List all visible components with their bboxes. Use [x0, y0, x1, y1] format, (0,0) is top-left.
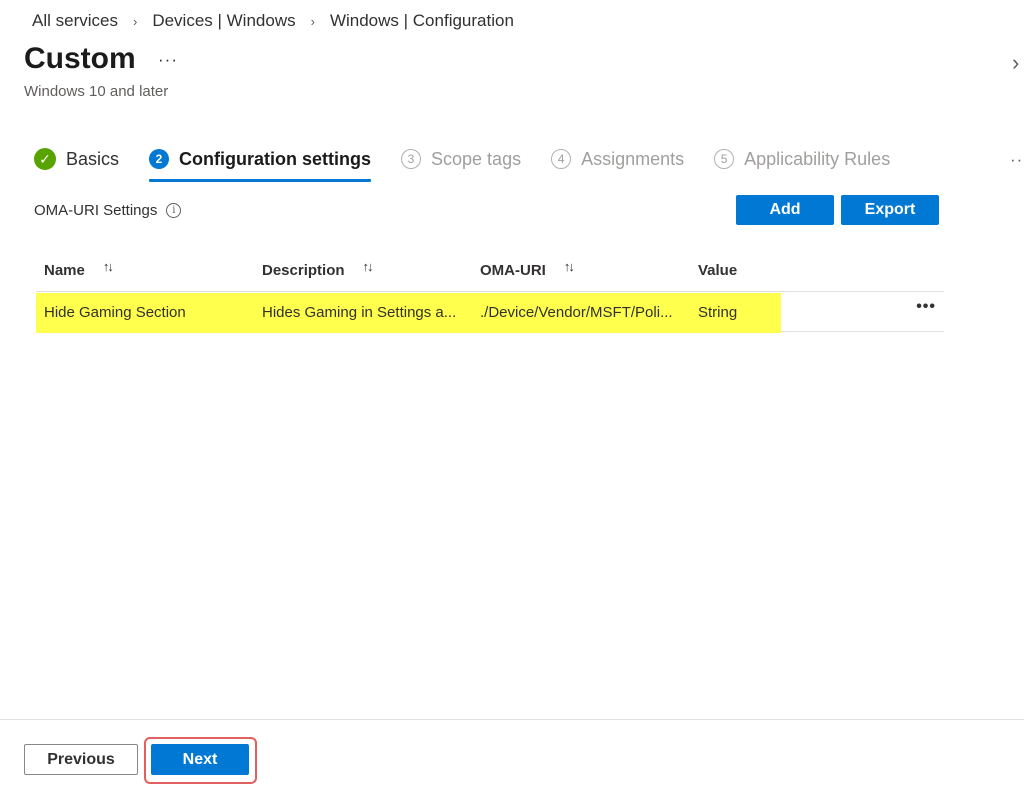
column-label: Description [262, 262, 345, 279]
breadcrumb-separator-icon: › [310, 13, 315, 29]
column-header-value: Value [698, 262, 737, 279]
breadcrumb-devices-windows[interactable]: Devices | Windows [152, 11, 295, 31]
cell-value: String [698, 304, 738, 321]
footer-divider [0, 719, 1024, 720]
step-number-badge: 4 [551, 149, 572, 169]
oma-uri-settings-heading: OMA-URI Settings i [34, 202, 182, 219]
export-button[interactable]: Export [841, 195, 939, 225]
step-scope-tags[interactable]: 3 Scope tags [401, 144, 521, 174]
step-label: Applicability Rules [744, 148, 891, 169]
step-label: Assignments [581, 148, 685, 169]
sort-icon[interactable]: ↑↓ [103, 259, 114, 274]
cell-description: Hides Gaming in Settings a... [262, 304, 457, 321]
step-label: Configuration settings [179, 148, 372, 169]
table-row[interactable]: Hide Gaming Section Hides Gaming in Sett… [36, 292, 944, 333]
breadcrumb-windows-configuration[interactable]: Windows | Configuration [330, 11, 514, 31]
page-subtitle: Windows 10 and later [24, 83, 169, 100]
oma-uri-table: Name ↑↓ Description ↑↓ OMA-URI ↑↓ Value … [36, 256, 944, 333]
breadcrumb-all-services[interactable]: All services [32, 11, 118, 31]
step-label: Scope tags [431, 148, 522, 169]
breadcrumb: All services › Devices | Windows › Windo… [32, 11, 514, 31]
column-header-oma-uri[interactable]: OMA-URI ↑↓ [480, 259, 575, 279]
step-assignments[interactable]: 4 Assignments [551, 144, 684, 174]
sort-icon[interactable]: ↑↓ [564, 259, 575, 274]
add-button[interactable]: Add [736, 195, 834, 225]
step-applicability-rules[interactable]: 5 Applicability Rules [714, 144, 890, 174]
row-more-options-icon[interactable]: ••• [916, 298, 936, 316]
breadcrumb-separator-icon: › [132, 13, 138, 29]
info-icon[interactable]: i [166, 203, 182, 218]
column-label: OMA-URI [480, 262, 546, 279]
previous-button[interactable]: Previous [24, 744, 138, 775]
step-basics[interactable]: ✓ Basics [34, 144, 119, 174]
more-options-icon[interactable]: ··· [158, 50, 178, 70]
step-label: Basics [66, 148, 120, 169]
column-header-description[interactable]: Description ↑↓ [262, 259, 374, 279]
step-configuration-settings[interactable]: 2 Configuration settings [149, 144, 372, 182]
next-button[interactable]: Next [151, 744, 249, 775]
page-title: Custom [24, 42, 136, 75]
chevron-right-icon[interactable]: › [1012, 50, 1024, 76]
table-header: Name ↑↓ Description ↑↓ OMA-URI ↑↓ Value [36, 256, 944, 292]
column-header-name[interactable]: Name ↑↓ [44, 259, 114, 279]
wizard-steps: ✓ Basics 2 Configuration settings 3 Scop… [34, 144, 920, 184]
column-label: Name [44, 262, 85, 279]
step-number-badge: 3 [401, 149, 422, 169]
sort-icon[interactable]: ↑↓ [363, 259, 374, 274]
section-label: OMA-URI Settings [34, 202, 158, 219]
cell-name: Hide Gaming Section [44, 304, 186, 321]
checkmark-icon: ✓ [34, 148, 56, 170]
cell-oma-uri: ./Device/Vendor/MSFT/Poli... [480, 304, 673, 321]
step-number-badge: 2 [149, 149, 170, 169]
step-number-badge: 5 [714, 149, 735, 169]
column-label: Value [698, 262, 738, 279]
steps-overflow-icon[interactable]: ··· [1010, 150, 1024, 170]
